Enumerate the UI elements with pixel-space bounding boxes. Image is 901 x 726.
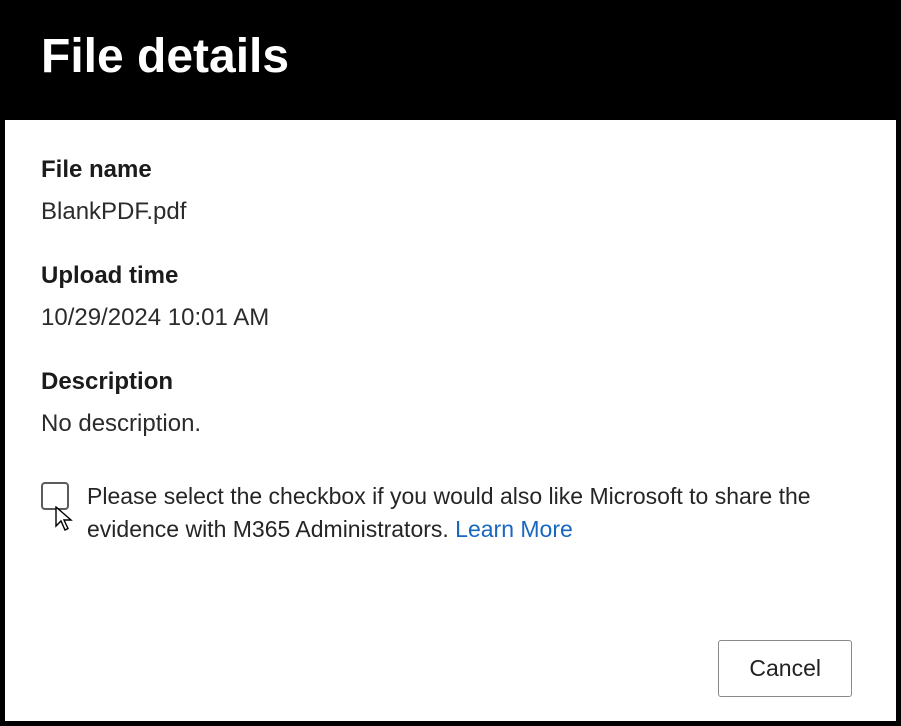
- consent-text: Please select the checkbox if you would …: [87, 483, 811, 542]
- file-details-dialog: File details File name BlankPDF.pdf Uplo…: [5, 5, 896, 721]
- file-name-field: File name BlankPDF.pdf: [41, 156, 860, 226]
- upload-time-label: Upload time: [41, 262, 860, 290]
- share-evidence-checkbox[interactable]: [41, 482, 69, 510]
- file-name-value: BlankPDF.pdf: [41, 198, 860, 226]
- description-field: Description No description.: [41, 368, 860, 438]
- dialog-title: File details: [41, 29, 860, 84]
- file-name-label: File name: [41, 156, 860, 184]
- dialog-footer: Cancel: [5, 616, 896, 721]
- description-label: Description: [41, 368, 860, 396]
- cursor-icon: [54, 506, 76, 534]
- learn-more-link[interactable]: Learn More: [455, 516, 573, 542]
- dialog-header: File details: [5, 5, 896, 120]
- dialog-content: File name BlankPDF.pdf Upload time 10/29…: [5, 120, 896, 616]
- upload-time-field: Upload time 10/29/2024 10:01 AM: [41, 262, 860, 332]
- consent-text-container: Please select the checkbox if you would …: [87, 480, 860, 547]
- consent-row: Please select the checkbox if you would …: [41, 480, 860, 547]
- cancel-button[interactable]: Cancel: [718, 640, 852, 697]
- upload-time-value: 10/29/2024 10:01 AM: [41, 304, 860, 332]
- description-value: No description.: [41, 410, 860, 438]
